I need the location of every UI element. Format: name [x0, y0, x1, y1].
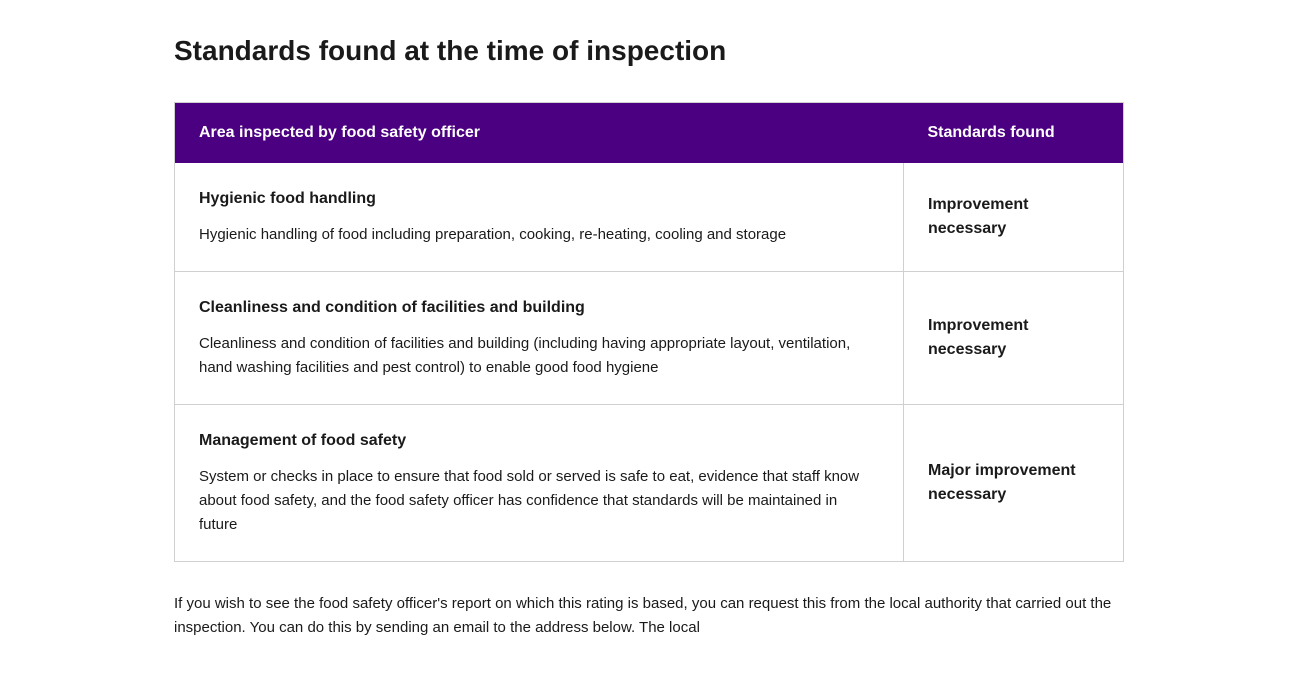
header-row: Area inspected by food safety officer St… — [175, 103, 1124, 164]
area-description-2: Cleanliness and condition of facilities … — [199, 332, 879, 380]
page-title: Standards found at the time of inspectio… — [174, 30, 1124, 72]
table-body: Hygienic food handling Hygienic handling… — [175, 163, 1124, 562]
area-title-3: Management of food safety — [199, 429, 879, 453]
standards-cell-2: Improvement necessary — [904, 272, 1124, 405]
area-cell-3: Management of food safety System or chec… — [175, 405, 904, 562]
inspection-table: Area inspected by food safety officer St… — [174, 102, 1124, 562]
footer-text: If you wish to see the food safety offic… — [174, 592, 1124, 640]
page-container: Standards found at the time of inspectio… — [0, 0, 1298, 670]
standards-cell-1: Improvement necessary — [904, 163, 1124, 272]
area-cell-1: Hygienic food handling Hygienic handling… — [175, 163, 904, 272]
table-row: Hygienic food handling Hygienic handling… — [175, 163, 1124, 272]
area-description-1: Hygienic handling of food including prep… — [199, 223, 879, 247]
area-title-1: Hygienic food handling — [199, 187, 879, 211]
area-title-2: Cleanliness and condition of facilities … — [199, 296, 879, 320]
table-header: Area inspected by food safety officer St… — [175, 103, 1124, 164]
area-col-header: Area inspected by food safety officer — [175, 103, 904, 164]
standards-col-header: Standards found — [904, 103, 1124, 164]
area-description-3: System or checks in place to ensure that… — [199, 465, 879, 537]
area-cell-2: Cleanliness and condition of facilities … — [175, 272, 904, 405]
table-row: Cleanliness and condition of facilities … — [175, 272, 1124, 405]
table-row: Management of food safety System or chec… — [175, 405, 1124, 562]
standards-cell-3: Major improvement necessary — [904, 405, 1124, 562]
